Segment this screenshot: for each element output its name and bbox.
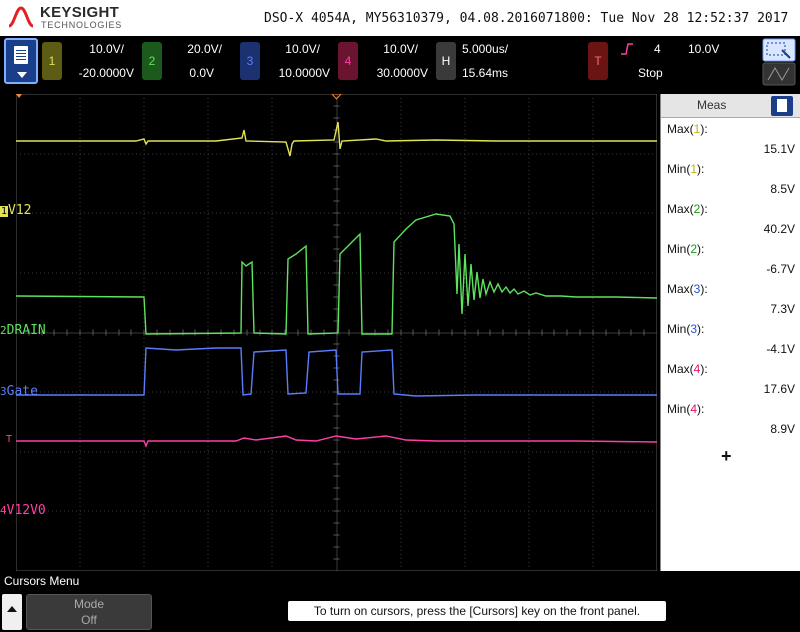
measurement-label: Min(1): xyxy=(667,162,705,176)
channel-4-marker: 4 xyxy=(0,504,7,517)
channel-2-tab[interactable]: 2 xyxy=(142,42,162,80)
measurement-label: Min(2): xyxy=(667,242,705,256)
measurement-item[interactable]: Max(2): 40.2V xyxy=(667,202,795,242)
channel-3-ground-label: 3Gate xyxy=(0,384,38,399)
menu-icon xyxy=(14,46,28,64)
channel-4-scale[interactable]: 10.0V/ xyxy=(362,42,418,56)
channel-3-offset[interactable]: 10.0000V xyxy=(264,66,330,80)
measurement-item[interactable]: Max(1): 15.1V xyxy=(667,122,795,162)
measurement-value: 8.9V xyxy=(770,422,795,436)
add-measurement-button[interactable]: + xyxy=(721,446,732,467)
measurement-item[interactable]: Max(4): 17.6V xyxy=(667,362,795,402)
measurement-value: 40.2V xyxy=(763,222,795,236)
measurements-panel: Meas Max(1): 15.1V Min(1): 8.5V Max(2): 40.2V… xyxy=(660,94,800,571)
measurement-label: Max(2): xyxy=(667,202,708,216)
channel-2-offset[interactable]: 0.0V xyxy=(166,66,214,80)
trigger-level-marker: T xyxy=(6,434,13,445)
timebase-value[interactable]: 5.000us/ xyxy=(462,42,520,56)
measurement-value: 17.6V xyxy=(763,382,795,396)
horizontal-delay[interactable]: 15.64ms xyxy=(462,66,520,80)
channel-4-ground-label: 4V12V0 xyxy=(0,503,46,518)
instrument-info: DSO-X 4054A, MY56310379, 04.08.201607180… xyxy=(264,11,789,26)
acquisition-status: Stop xyxy=(638,66,663,80)
measurement-item[interactable]: Min(2): -6.7V xyxy=(667,242,795,282)
measurement-value: 15.1V xyxy=(763,142,795,156)
channel-1-ground-label: 1V12 xyxy=(0,203,32,218)
channel-1-scale[interactable]: 10.0V/ xyxy=(66,42,124,56)
brand-subtitle: TECHNOLOGIES xyxy=(41,20,123,30)
measurement-value: 7.3V xyxy=(770,302,795,316)
softkey-bar: Cursors Menu Mode Off To turn on cursors… xyxy=(0,572,800,632)
measurement-label: Min(4): xyxy=(667,402,705,416)
rising-edge-icon xyxy=(621,43,633,55)
graticule xyxy=(16,94,657,571)
measurement-item[interactable]: Min(3): -4.1V xyxy=(667,322,795,362)
measurement-item[interactable]: Min(1): 8.5V xyxy=(667,162,795,202)
channel-4-tab[interactable]: 4 xyxy=(338,42,358,80)
channel-1-marker: 1 xyxy=(0,206,9,217)
measurement-item[interactable]: Max(3): 7.3V xyxy=(667,282,795,322)
channel-2-scale[interactable]: 20.0V/ xyxy=(166,42,222,56)
channel-3-scale[interactable]: 10.0V/ xyxy=(264,42,320,56)
softkey-menu-title: Cursors Menu xyxy=(4,574,80,588)
measurement-value: 8.5V xyxy=(770,182,795,196)
channel-3-marker: 3 xyxy=(0,385,7,398)
cursor-mode-button[interactable]: Mode Off xyxy=(26,594,152,630)
main-menu-button[interactable] xyxy=(4,38,38,84)
measurement-label: Max(3): xyxy=(667,282,708,296)
measurements-title: Meas xyxy=(697,98,727,112)
back-button[interactable] xyxy=(2,594,22,630)
channel-1-tab[interactable]: 1 xyxy=(42,42,62,80)
measurement-label: Min(3): xyxy=(667,322,705,336)
measurement-value: -4.1V xyxy=(766,342,795,356)
horizontal-tab[interactable]: H xyxy=(436,42,456,80)
channel-2-ground-label: 2DRAIN xyxy=(0,323,46,338)
trigger-level[interactable]: 10.0V xyxy=(688,42,719,56)
chevron-down-icon xyxy=(17,72,27,78)
cursor-mode-label: Mode xyxy=(73,597,105,611)
measurement-item[interactable]: Min(4): 8.9V xyxy=(667,402,795,442)
keysight-logo: KEYSIGHT TECHNOLOGIES xyxy=(8,4,128,32)
cursor-mode-value: Off xyxy=(81,613,97,627)
channel-2-marker: 2 xyxy=(0,324,7,337)
cursor-hint-message: To turn on cursors, press the [Cursors] … xyxy=(288,601,666,621)
waveform-display[interactable] xyxy=(16,94,657,571)
channel-4-offset[interactable]: 30.0000V xyxy=(362,66,428,80)
zoom-select-icon xyxy=(762,38,796,86)
channel-bar: 1 10.0V/ -20.0000V 2 20.0V/ 0.0V 3 10.0V… xyxy=(0,36,800,90)
measurement-label: Max(1): xyxy=(667,122,708,136)
channel-1-offset[interactable]: -20.0000V xyxy=(66,66,134,80)
selection-tool-button[interactable] xyxy=(762,38,796,86)
measurement-value: -6.7V xyxy=(766,262,795,276)
keysight-wave-icon xyxy=(8,6,34,28)
channel-3-tab[interactable]: 3 xyxy=(240,42,260,80)
measurements-menu-icon[interactable] xyxy=(771,96,793,116)
title-bar: KEYSIGHT TECHNOLOGIES DSO-X 4054A, MY563… xyxy=(0,0,800,36)
measurements-header: Meas xyxy=(661,94,800,118)
trigger-source[interactable]: 4 xyxy=(654,42,661,56)
brand-name: KEYSIGHT xyxy=(40,4,120,21)
trigger-tab[interactable]: T xyxy=(588,42,608,80)
measurement-label: Max(4): xyxy=(667,362,708,376)
